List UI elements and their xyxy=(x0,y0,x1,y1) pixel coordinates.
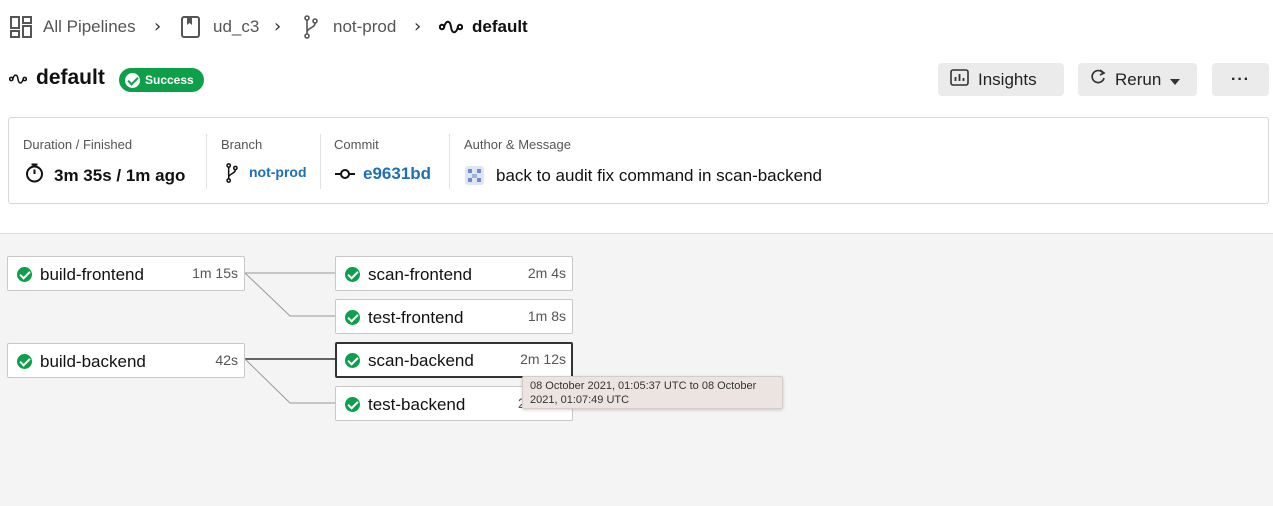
duration-value: 3m 35s / 1m ago xyxy=(54,166,186,185)
check-circle-icon xyxy=(125,72,140,88)
more-actions-button[interactable]: ··· xyxy=(1212,63,1269,96)
success-icon xyxy=(345,267,360,282)
commit-message: back to audit fix command in scan-backen… xyxy=(496,166,823,185)
duration-label: Duration / Finished xyxy=(23,137,133,152)
job-build-frontend[interactable]: build-frontend 1m 15s xyxy=(7,256,245,291)
job-name: scan-backend xyxy=(368,351,474,370)
success-icon xyxy=(17,267,32,282)
breadcrumb-project[interactable]: ud_c3 xyxy=(213,14,259,40)
job-duration: 2m 12s xyxy=(520,351,566,367)
rerun-label: Rerun xyxy=(1115,69,1162,89)
dashboard-icon xyxy=(10,16,32,43)
divider xyxy=(449,134,450,189)
job-scan-frontend[interactable]: scan-frontend 2m 4s xyxy=(335,256,573,291)
commit-link[interactable]: e9631bd xyxy=(363,164,431,184)
timer-icon xyxy=(25,163,44,188)
job-scan-backend[interactable]: scan-backend 2m 12s xyxy=(335,342,573,378)
refresh-icon xyxy=(1090,69,1106,90)
job-duration: 1m 15s xyxy=(192,265,238,281)
pipeline-graph: build-frontend 1m 15s scan-frontend 2m 4… xyxy=(0,233,1273,506)
rerun-button[interactable]: Rerun xyxy=(1078,63,1197,96)
job-build-backend[interactable]: build-backend 42s xyxy=(7,343,245,378)
branch-icon xyxy=(303,15,319,44)
job-test-frontend[interactable]: test-frontend 1m 8s xyxy=(335,299,573,334)
job-duration: 1m 8s xyxy=(527,308,566,324)
branch-label: Branch xyxy=(221,137,263,152)
project-icon xyxy=(181,16,201,43)
commit-icon xyxy=(335,167,355,185)
status-label: Success xyxy=(145,73,194,87)
avatar xyxy=(465,166,484,190)
success-icon xyxy=(345,353,360,368)
branch-link[interactable]: not-prod xyxy=(249,164,307,180)
status-badge: Success xyxy=(119,68,204,92)
page-title: default xyxy=(36,66,105,89)
job-name: build-backend xyxy=(40,352,146,371)
breadcrumb-branch[interactable]: not-prod xyxy=(333,14,396,40)
workflow-icon xyxy=(438,18,464,41)
workflow-icon xyxy=(8,72,28,91)
success-icon xyxy=(17,354,32,369)
chevron-right-icon: › xyxy=(274,16,282,37)
job-duration: 2m 4s xyxy=(527,265,566,281)
caret-down-icon xyxy=(1170,70,1181,90)
divider xyxy=(206,134,207,189)
author-message-label: Author & Message xyxy=(464,137,571,152)
breadcrumb: All Pipelines › ud_c3 › not-prod › defau… xyxy=(0,0,560,50)
divider xyxy=(320,134,321,189)
job-name: test-backend xyxy=(368,395,466,414)
workflow-summary: Duration / Finished 3m 35s / 1m ago Bran… xyxy=(8,117,1269,204)
success-icon xyxy=(345,397,360,412)
job-name: build-frontend xyxy=(40,265,144,284)
success-icon xyxy=(345,310,360,325)
job-name: test-frontend xyxy=(368,308,464,327)
breadcrumb-all-pipelines[interactable]: All Pipelines xyxy=(43,14,136,40)
bar-chart-icon xyxy=(950,68,969,91)
breadcrumb-workflow: default xyxy=(472,17,528,36)
job-time-tooltip: 08 October 2021, 01:05:37 UTC to 08 Octo… xyxy=(522,376,783,409)
more-options-icon: ··· xyxy=(1231,70,1250,88)
commit-label: Commit xyxy=(334,137,379,152)
insights-label: Insights xyxy=(978,69,1037,89)
insights-button[interactable]: Insights xyxy=(938,63,1064,96)
chevron-right-icon: › xyxy=(414,16,422,37)
job-name: scan-frontend xyxy=(368,265,472,284)
branch-icon xyxy=(225,163,239,188)
job-duration: 42s xyxy=(215,352,238,368)
chevron-right-icon: › xyxy=(154,16,162,37)
